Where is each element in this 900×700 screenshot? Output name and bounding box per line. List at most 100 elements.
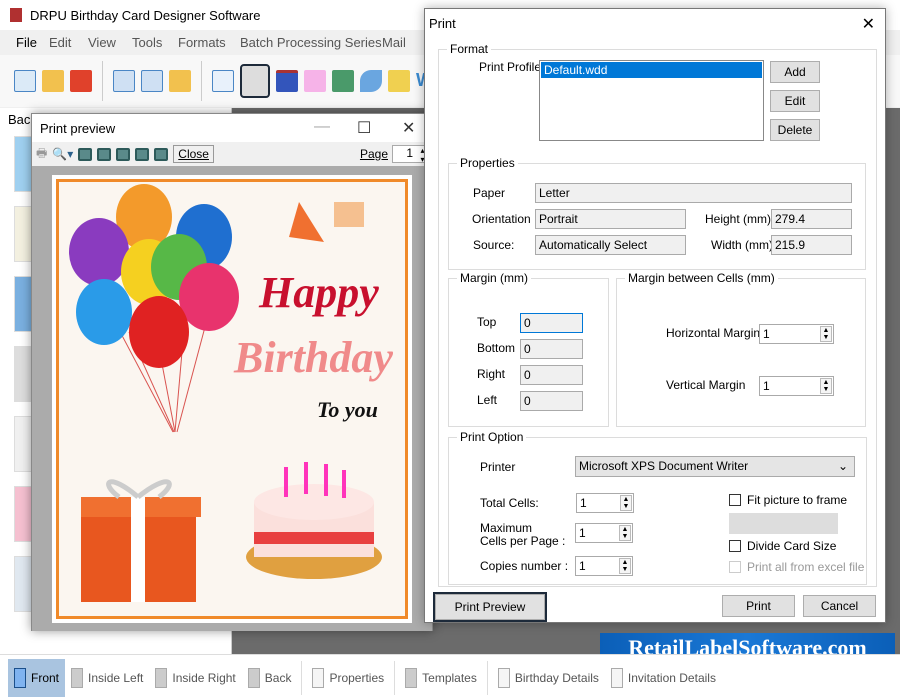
print-profile-list[interactable]: Default.wdd	[539, 60, 764, 141]
top-margin-input[interactable]: 0	[520, 313, 583, 333]
margin-legend: Margin (mm)	[457, 271, 531, 285]
properties-icon[interactable]	[212, 70, 234, 92]
template-thumb[interactable]	[14, 206, 32, 262]
edit-button[interactable]: Edit	[770, 90, 820, 112]
menu-file[interactable]: File	[16, 35, 37, 50]
printer-icon[interactable]: 🖶	[36, 144, 47, 165]
minimize-icon[interactable]: —	[314, 118, 330, 136]
tab-properties[interactable]: Properties	[306, 659, 390, 697]
dialog-close-icon[interactable]: ✕	[862, 14, 875, 34]
menu-batch[interactable]: Batch Processing Series	[240, 35, 382, 50]
profile-item-selected[interactable]: Default.wdd	[541, 62, 762, 78]
menu-mail[interactable]: Mail	[382, 35, 406, 50]
left-margin-input[interactable]: 0	[520, 391, 583, 411]
image-icon[interactable]	[332, 70, 354, 92]
height-field: 279.4	[771, 209, 852, 229]
save-as-icon[interactable]	[141, 70, 163, 92]
bottom-margin-input[interactable]: 0	[520, 339, 583, 359]
templates-icon	[405, 667, 418, 688]
gift-icon[interactable]	[304, 70, 326, 92]
page-spinner[interactable]: 1	[392, 145, 428, 164]
properties-icon	[312, 667, 325, 688]
print-icon[interactable]	[240, 64, 270, 98]
new-icon[interactable]	[14, 70, 36, 92]
orientation-field: Portrait	[535, 209, 686, 229]
tab-inside-right[interactable]: Inside Right	[149, 659, 241, 697]
height-label: Height (mm)	[705, 212, 772, 226]
print-option-legend: Print Option	[457, 430, 527, 444]
pen-icon[interactable]	[360, 70, 382, 92]
horizontal-margin-label: Horizontal Margin	[666, 326, 761, 340]
total-cells-spinner[interactable]: 1 ▲ ▼	[576, 493, 634, 513]
background-icon[interactable]	[276, 70, 298, 92]
preview-area: Happy Birthday To you	[32, 166, 432, 631]
shapes-icon[interactable]	[388, 70, 410, 92]
vertical-margin-spinner[interactable]: 1 ▲ ▼	[759, 376, 834, 396]
export-icon[interactable]	[169, 70, 191, 92]
excel-print-checkbox: Print all from excel file	[729, 560, 864, 574]
bottom-label: Bottom	[477, 341, 516, 355]
preview-title-bar: Print preview — ☐ ✕	[32, 114, 432, 142]
balloon	[76, 279, 132, 345]
preview-close-button[interactable]: Close	[173, 145, 214, 163]
divide-card-checkbox[interactable]: Divide Card Size	[729, 539, 836, 553]
template-thumb[interactable]	[14, 556, 32, 612]
menu-tools[interactable]: Tools	[132, 35, 162, 50]
tab-invitation-details[interactable]: Invitation Details	[605, 659, 722, 697]
four-pages-icon[interactable]	[135, 147, 150, 161]
print-dialog: Print ✕ Format Print Profile Default.wdd…	[424, 8, 886, 623]
right-margin-input[interactable]: 0	[520, 365, 583, 385]
six-pages-icon[interactable]	[154, 147, 169, 161]
tab-inside-left[interactable]: Inside Left	[65, 659, 149, 697]
page-selector: Page 1	[360, 145, 428, 164]
copies-label: Copies number :	[480, 559, 569, 573]
close-window-icon[interactable]: ✕	[402, 118, 415, 138]
print-preview-window: Print preview — ☐ ✕ 🖶 🔍▾ Close Page 1 ▴▾…	[31, 113, 433, 631]
one-page-icon[interactable]	[78, 147, 93, 161]
template-thumb[interactable]	[14, 416, 32, 472]
save-icon[interactable]	[113, 70, 135, 92]
maximize-icon[interactable]: ☐	[357, 118, 371, 138]
card-text-happy: Happy	[259, 268, 379, 317]
close-icon[interactable]	[70, 70, 92, 92]
properties-legend: Properties	[457, 156, 518, 170]
text-field-icon	[610, 667, 623, 688]
add-button[interactable]: Add	[770, 61, 820, 83]
two-pages-icon[interactable]	[97, 147, 112, 161]
tab-front[interactable]: Front	[8, 658, 66, 697]
tab-back[interactable]: Back	[242, 659, 298, 697]
delete-button[interactable]: Delete	[770, 119, 820, 141]
three-pages-icon[interactable]	[116, 147, 131, 161]
front-page-icon	[14, 667, 26, 688]
print-button[interactable]: Print	[722, 595, 795, 617]
template-thumb[interactable]	[14, 276, 32, 332]
tab-templates[interactable]: Templates	[399, 659, 483, 697]
inside-left-icon	[71, 667, 84, 688]
horizontal-margin-spinner[interactable]: 1 ▲ ▼	[759, 324, 834, 344]
cell-margin-group: Margin between Cells (mm) Horizontal Mar…	[616, 271, 866, 427]
menu-view[interactable]: View	[88, 35, 116, 50]
max-cells-spinner[interactable]: 1 ▲ ▼	[575, 523, 633, 543]
printer-dropdown[interactable]: Microsoft XPS Document Writer ⌄	[575, 456, 855, 477]
template-thumb[interactable]	[14, 346, 32, 402]
paper-field: Letter	[535, 183, 852, 203]
balloon	[179, 263, 239, 331]
chevron-down-icon: ⌄	[837, 459, 848, 473]
preview-title: Print preview	[40, 120, 116, 136]
max-cells-label-2: Cells per Page :	[480, 534, 566, 548]
template-thumb[interactable]	[14, 486, 32, 542]
print-preview-button[interactable]: Print Preview	[435, 594, 545, 620]
menu-edit[interactable]: Edit	[49, 35, 71, 50]
cancel-button[interactable]: Cancel	[803, 595, 876, 617]
menu-formats[interactable]: Formats	[178, 35, 226, 50]
fit-picture-checkbox[interactable]: Fit picture to frame	[729, 493, 847, 507]
template-thumb[interactable]	[14, 136, 32, 192]
fit-mode-dropdown	[729, 513, 838, 534]
width-label: Width (mm)	[711, 238, 773, 252]
tab-birthday-details[interactable]: Birthday Details	[492, 659, 605, 697]
open-icon[interactable]	[42, 70, 64, 92]
copies-spinner[interactable]: 1 ▲ ▼	[575, 556, 633, 576]
source-field: Automatically Select	[535, 235, 686, 255]
zoom-icon[interactable]: 🔍▾	[52, 147, 73, 161]
width-field: 215.9	[771, 235, 852, 255]
